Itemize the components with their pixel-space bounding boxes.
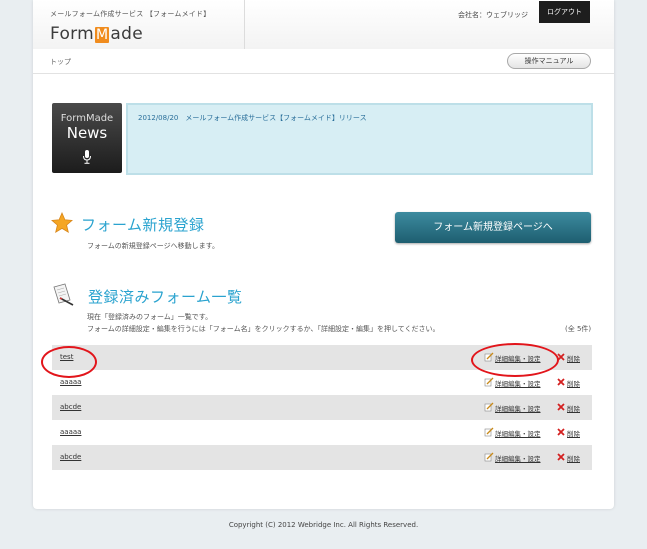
service-name: メールフォーム作成サービス 【フォームメイド】 [50,10,211,18]
new-form-button[interactable]: フォーム新規登録ページへ [395,212,591,243]
delete-icon [557,428,565,436]
delete-link[interactable]: 削除 [567,403,580,413]
table-row: abcde 詳細編集・設定 削除 [52,395,592,420]
registered-desc-line1: 現在「登録済みのフォーム」一覧です。 [87,313,213,321]
delete-icon [557,453,565,461]
edit-icon [484,402,494,412]
delete-link[interactable]: 削除 [567,428,580,438]
footer-copyright: Copyright (C) 2012 Webridge Inc. All Rig… [228,521,419,529]
news-panel: 2012/08/20 メールフォーム作成サービス【フォームメイド】リリース [126,103,593,175]
delete-link[interactable]: 削除 [567,453,580,463]
manual-button[interactable]: 操作マニュアル [507,53,591,69]
new-form-description: フォームの新規登録ページへ移動します。 [87,242,219,250]
edit-settings-link[interactable]: 詳細編集・設定 [495,378,541,388]
edit-icon [484,377,494,387]
logo-text-m: M [95,27,110,43]
breadcrumb-top[interactable]: トップ [50,57,71,67]
edit-settings-link[interactable]: 詳細編集・設定 [495,428,541,438]
microphone-icon [83,150,91,164]
edit-icon [484,427,494,437]
delete-icon [557,403,565,411]
logo-text-ade: ade [110,24,143,44]
header: メールフォーム作成サービス 【フォームメイド】 Form Made 会社名：ウェブ… [33,0,614,49]
page-container: メールフォーム作成サービス 【フォームメイド】 Form Made 会社名：ウェブ… [33,0,614,509]
annotation-circle-edit [471,343,559,377]
form-name-link[interactable]: aaaaa [60,378,81,386]
registered-desc-line2: フォームの詳細設定・編集を行うには「フォーム名」をクリックするか、「詳細設定・編… [87,325,440,333]
edit-settings-link[interactable]: 詳細編集・設定 [495,453,541,463]
delete-link[interactable]: 削除 [567,353,580,363]
breadcrumb-bar: トップ 操作マニュアル [33,49,614,74]
news-badge-big-text: News [66,124,108,142]
logout-button[interactable]: ログアウト [539,1,590,23]
news-badge-small-text: FormMade [60,113,114,124]
annotation-circle-name [41,346,97,378]
total-count: (全 5件) [565,325,592,333]
registered-forms-title: 登録済みフォーム一覧 [88,288,243,306]
form-name-link[interactable]: abcde [60,453,81,461]
star-icon [51,212,73,234]
new-form-title: フォーム新規登録 [81,216,205,234]
delete-link[interactable]: 削除 [567,378,580,388]
edit-icon [484,452,494,462]
formmade-logo[interactable]: Form Made [50,24,143,44]
company-name: 会社名：ウェブリッジ [458,11,528,19]
edit-settings-link[interactable]: 詳細編集・設定 [495,403,541,413]
news-item[interactable]: 2012/08/20 メールフォーム作成サービス【フォームメイド】リリース [138,113,367,123]
document-pen-icon [53,283,74,306]
logo-text-form: Form [50,24,95,44]
form-name-link[interactable]: aaaaa [60,428,81,436]
header-divider [244,0,245,49]
delete-icon [557,378,565,386]
table-row: aaaaa 詳細編集・設定 削除 [52,420,592,445]
form-name-link[interactable]: abcde [60,403,81,411]
news-badge: FormMade News [52,103,122,173]
table-row: abcde 詳細編集・設定 削除 [52,445,592,470]
